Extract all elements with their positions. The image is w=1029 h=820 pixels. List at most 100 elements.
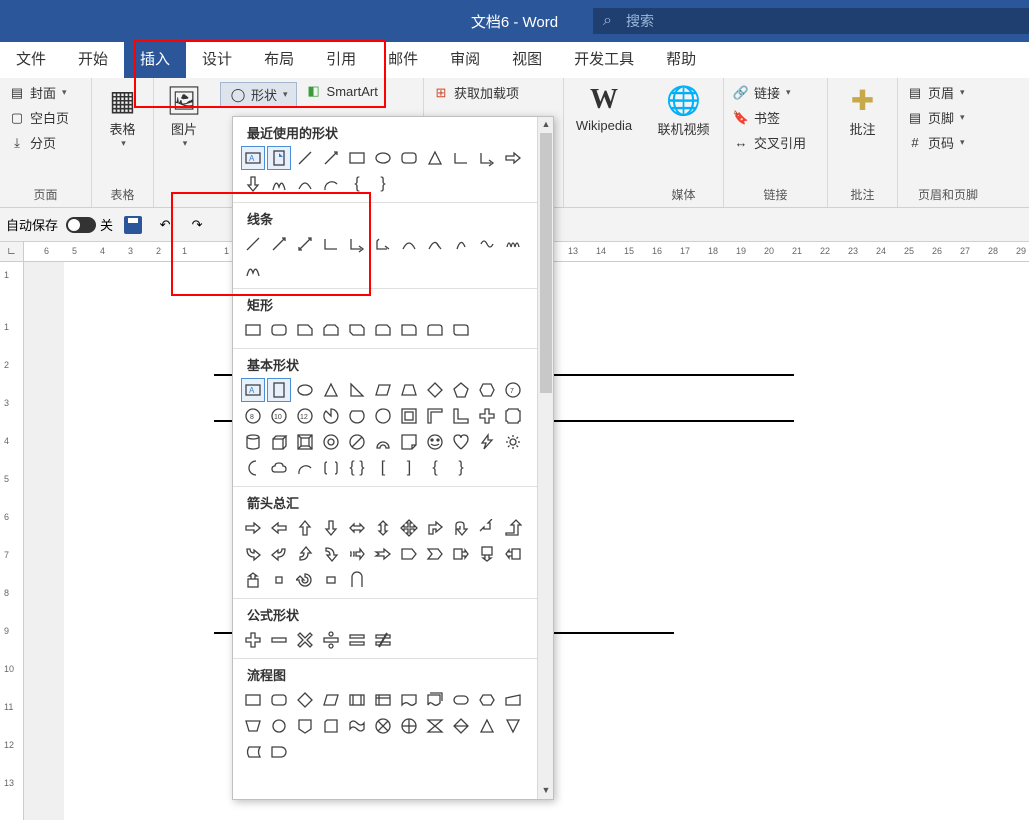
shape-flow-manual-input[interactable] xyxy=(501,688,525,712)
shape-double-brace[interactable]: { } xyxy=(345,456,369,480)
shape-octagon[interactable]: 8 xyxy=(241,404,265,428)
tab-mailings[interactable]: 邮件 xyxy=(372,42,434,78)
tab-view[interactable]: 视图 xyxy=(496,42,558,78)
shape-arrow-right[interactable] xyxy=(241,516,265,540)
shape-flow-prep[interactable] xyxy=(475,688,499,712)
shape-folded-corner[interactable] xyxy=(397,430,421,454)
shape-flow-decision[interactable] xyxy=(293,688,317,712)
shape-l-shape[interactable] xyxy=(449,404,473,428)
shape-arrow-lr-callout[interactable] xyxy=(319,568,343,592)
shape-divide-eq[interactable] xyxy=(319,628,343,652)
shape-decagon[interactable]: 10 xyxy=(267,404,291,428)
shape-flow-sort[interactable] xyxy=(449,714,473,738)
shape-tri-iso[interactable] xyxy=(319,378,343,402)
shape-flow-data[interactable] xyxy=(319,688,343,712)
wikipedia-button[interactable]: W Wikipedia xyxy=(570,82,638,135)
shape-freeform-curve[interactable] xyxy=(475,232,499,256)
shape-sun[interactable] xyxy=(501,430,525,454)
shape-flow-merge[interactable] xyxy=(501,714,525,738)
shape-arrow-pentagon[interactable] xyxy=(397,542,421,566)
shape-pentagon[interactable] xyxy=(449,378,473,402)
crossref-button[interactable]: ↔交叉引用 xyxy=(730,132,821,153)
shape-arrow-circular[interactable] xyxy=(293,568,317,592)
shape-round-single[interactable] xyxy=(397,318,421,342)
shape-arrow-curved-up[interactable] xyxy=(293,542,317,566)
shape-arrow-bent-up[interactable] xyxy=(501,516,525,540)
shape-block-arc[interactable] xyxy=(371,430,395,454)
footer-button[interactable]: ▤页脚▾ xyxy=(904,107,992,128)
tab-home[interactable]: 开始 xyxy=(62,42,124,78)
shape-flow-extract[interactable] xyxy=(475,714,499,738)
shape-heart[interactable] xyxy=(449,430,473,454)
bookmark-button[interactable]: 🔖书签 xyxy=(730,107,821,128)
shape-arrow-curved-left[interactable] xyxy=(267,542,291,566)
shape-arrow-up-callout[interactable] xyxy=(241,568,265,592)
shape-half-frame[interactable] xyxy=(423,404,447,428)
shape-elbow-arrow[interactable] xyxy=(345,232,369,256)
shape-line[interactable] xyxy=(293,146,317,170)
shape-round-diag[interactable] xyxy=(449,318,473,342)
table-button[interactable]: ▦ 表格 ▾ xyxy=(98,82,147,151)
shape-flow-predef[interactable] xyxy=(345,688,369,712)
shape-down-arrow[interactable] xyxy=(241,172,265,196)
shape-textbox-v[interactable] xyxy=(267,378,291,402)
comment-button[interactable]: ✚ 批注 xyxy=(834,82,891,140)
cover-page-button[interactable]: ▤封面▾ xyxy=(6,82,85,103)
shape-arrow-updown[interactable] xyxy=(371,516,395,540)
shape-tri-right[interactable] xyxy=(345,378,369,402)
shape-connector-elbow-arrow[interactable] xyxy=(475,146,499,170)
shape-minus-eq[interactable] xyxy=(267,628,291,652)
shape-parallelogram[interactable] xyxy=(371,378,395,402)
shape-double-bracket[interactable] xyxy=(319,456,343,480)
shape-cloud[interactable] xyxy=(267,456,291,480)
shape-flow-connector[interactable] xyxy=(267,714,291,738)
shape-teardrop[interactable] xyxy=(371,404,395,428)
shape-right-arrow[interactable] xyxy=(501,146,525,170)
shape-elbow[interactable] xyxy=(319,232,343,256)
shape-flow-sum[interactable] xyxy=(371,714,395,738)
tab-references[interactable]: 引用 xyxy=(310,42,372,78)
header-button[interactable]: ▤页眉▾ xyxy=(904,82,992,103)
shape-smiley[interactable] xyxy=(423,430,447,454)
shape-not-equals[interactable] xyxy=(371,628,395,652)
shape-arrow-left[interactable] xyxy=(267,516,291,540)
shape-rectangle[interactable] xyxy=(345,146,369,170)
search-box[interactable]: ⌕ 搜索 xyxy=(593,8,1029,34)
shape-flow-document[interactable] xyxy=(397,688,421,712)
shape-elbow-double[interactable] xyxy=(371,232,395,256)
shape-flow-process[interactable] xyxy=(241,688,265,712)
shape-round-same[interactable] xyxy=(423,318,447,342)
shape-arrow-chevron[interactable] xyxy=(423,542,447,566)
blank-page-button[interactable]: ▢空白页 xyxy=(6,107,85,128)
shape-flow-multidoc[interactable] xyxy=(423,688,447,712)
shape-arrow-quad[interactable] xyxy=(397,516,421,540)
tab-developer[interactable]: 开发工具 xyxy=(558,42,650,78)
tab-insert[interactable]: 插入 xyxy=(124,42,186,78)
online-video-button[interactable]: 🌐 联机视频 xyxy=(650,82,717,140)
scroll-thumb[interactable] xyxy=(540,133,552,393)
shape-plus[interactable] xyxy=(475,404,499,428)
shape-scribble[interactable] xyxy=(241,258,265,282)
shape-dodecagon[interactable]: 12 xyxy=(293,404,317,428)
shape-arrow-left-callout[interactable] xyxy=(501,542,525,566)
shape-flow-alt-process[interactable] xyxy=(267,688,291,712)
shape-moon[interactable] xyxy=(241,456,265,480)
shape-curve[interactable] xyxy=(293,172,317,196)
shape-flow-tape[interactable] xyxy=(345,714,369,738)
shape-arrow-curved-down[interactable] xyxy=(319,542,343,566)
shape-flow-stored-data[interactable] xyxy=(241,740,265,764)
pagenum-button[interactable]: #页码▾ xyxy=(904,132,992,153)
page-break-button[interactable]: ⤓分页 xyxy=(6,132,85,153)
shape-flow-terminator[interactable] xyxy=(449,688,473,712)
shape-equals-eq[interactable] xyxy=(345,628,369,652)
shape-arrow-down[interactable] xyxy=(319,516,343,540)
shape-arrow-up[interactable] xyxy=(293,516,317,540)
shape-right-bracket[interactable]: ] xyxy=(397,456,421,480)
shape-arrow-u-rounded[interactable] xyxy=(345,568,369,592)
shape-diamond[interactable] xyxy=(423,378,447,402)
shape-arrow-quad-callout[interactable] xyxy=(267,568,291,592)
shape-snip-same[interactable] xyxy=(319,318,343,342)
dropdown-scrollbar[interactable]: ▲ ▼ xyxy=(537,117,553,799)
scroll-up-icon[interactable]: ▲ xyxy=(541,119,551,131)
shape-no-symbol[interactable] xyxy=(345,430,369,454)
